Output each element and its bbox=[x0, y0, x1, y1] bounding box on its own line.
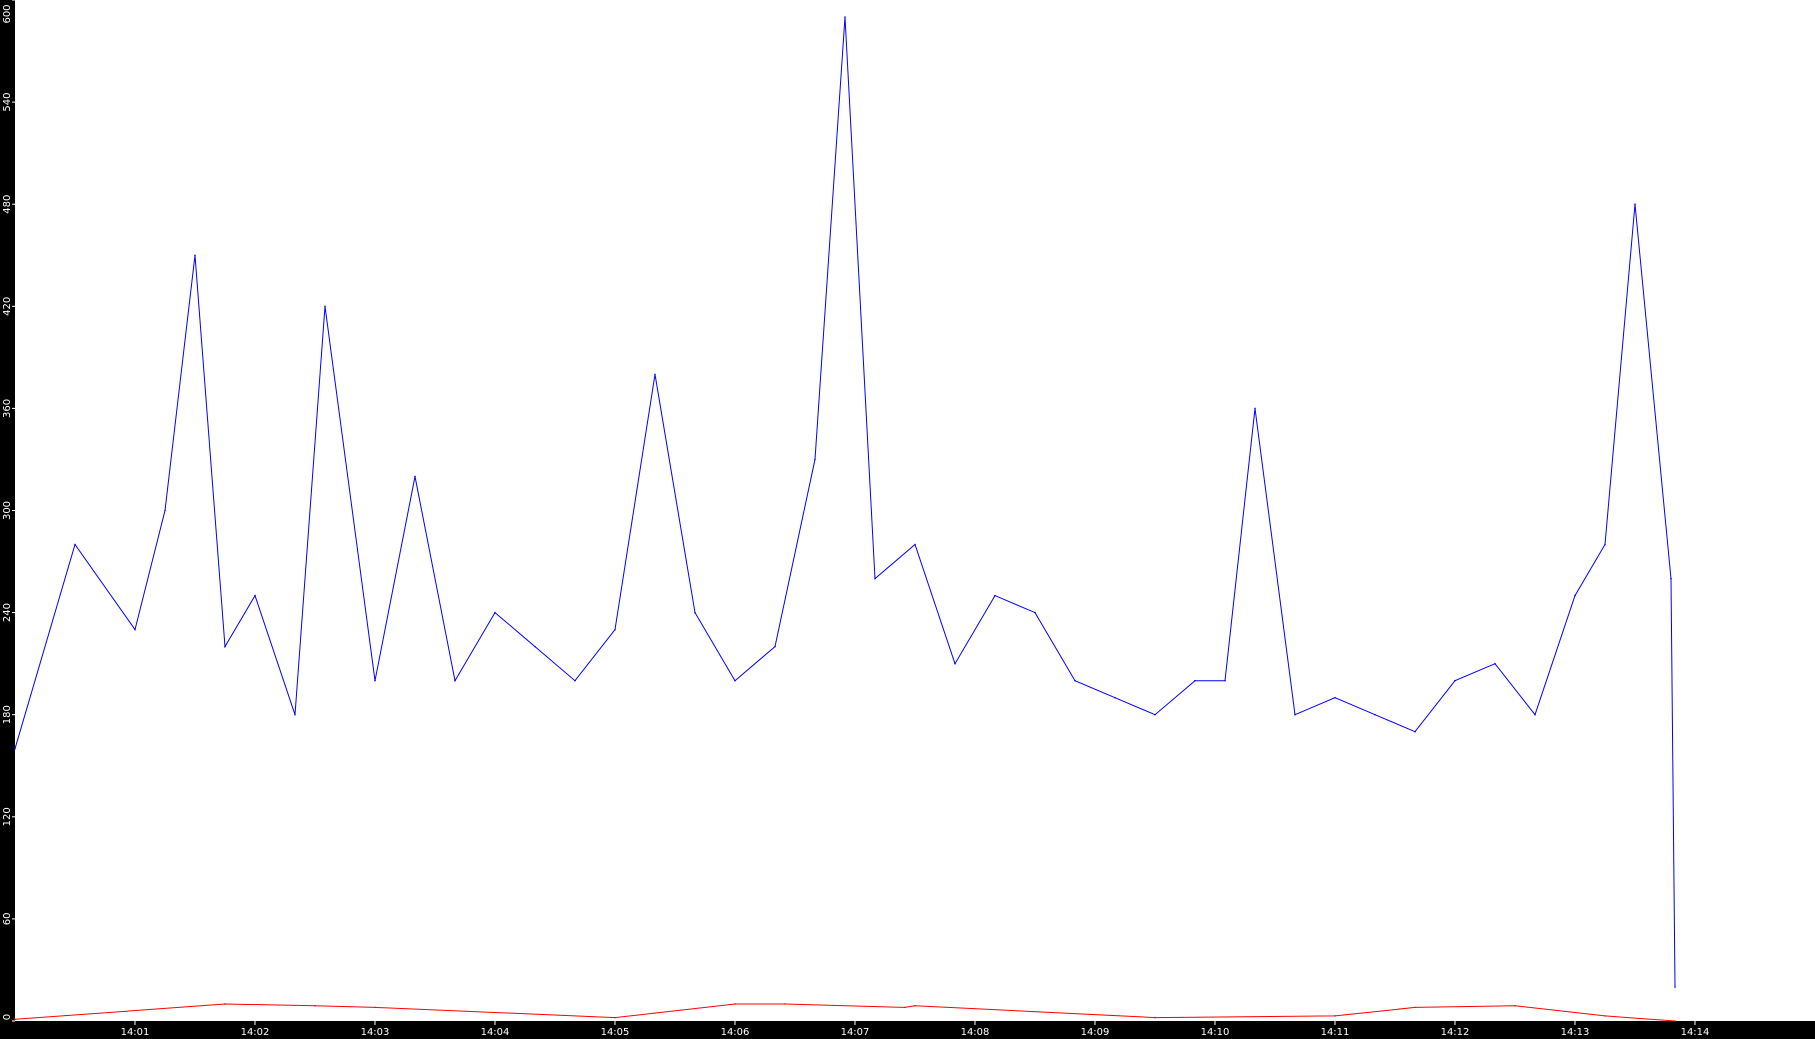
y-tick-label: 180 bbox=[2, 705, 13, 724]
series-2-point bbox=[914, 1004, 916, 1007]
series-1-point bbox=[694, 611, 696, 614]
series-2-point bbox=[614, 1016, 616, 1019]
x-tick-label: 14:09 bbox=[1081, 1027, 1110, 1038]
y-tick-label: 120 bbox=[2, 807, 13, 826]
series-1-point bbox=[74, 543, 76, 546]
series-2-point bbox=[1674, 1020, 1676, 1022]
series-1-point bbox=[954, 662, 956, 665]
series-1-point bbox=[1604, 543, 1606, 546]
x-tick-label: 14:11 bbox=[1321, 1027, 1350, 1038]
series-1-point bbox=[1454, 679, 1456, 682]
series-1-point bbox=[1034, 611, 1036, 614]
series-1-point bbox=[1194, 679, 1196, 682]
x-tick-label: 14:04 bbox=[481, 1027, 510, 1038]
series-1-point bbox=[1414, 730, 1416, 733]
x-tick-label: 14:10 bbox=[1201, 1027, 1230, 1038]
series-1-point bbox=[574, 679, 576, 682]
series-1-point bbox=[254, 594, 256, 597]
y-tick-label: 300 bbox=[2, 501, 13, 520]
series-2-point bbox=[904, 1006, 906, 1009]
series-2-point bbox=[1154, 1016, 1156, 1019]
series-1-point bbox=[844, 16, 846, 18]
x-tick-label: 14:08 bbox=[961, 1027, 990, 1038]
x-tick-label: 14:14 bbox=[1681, 1027, 1710, 1038]
series-2-point bbox=[1514, 1004, 1516, 1007]
series-1-point bbox=[454, 679, 456, 682]
series-1-point bbox=[1534, 713, 1536, 716]
series-2-point bbox=[14, 1018, 16, 1021]
series-1-point bbox=[164, 509, 166, 512]
series-2-point bbox=[1604, 1015, 1606, 1017]
series-1-point bbox=[914, 543, 916, 546]
series-1-point bbox=[1374, 713, 1376, 716]
plot-background bbox=[0, 0, 1815, 1039]
series-2-point bbox=[374, 1006, 376, 1009]
series-1-point bbox=[494, 611, 496, 614]
series-1-point bbox=[14, 747, 16, 750]
series-1-point bbox=[654, 373, 656, 376]
y-tick-label: 420 bbox=[2, 297, 13, 316]
series-2-point bbox=[224, 1003, 226, 1005]
x-tick-label: 14:02 bbox=[241, 1027, 270, 1038]
series-2-point bbox=[734, 1003, 736, 1005]
series-1-point bbox=[1254, 407, 1256, 410]
x-tick-label: 14:03 bbox=[361, 1027, 390, 1038]
series-1-point bbox=[1294, 713, 1296, 716]
y-tick-label: 240 bbox=[2, 603, 13, 622]
x-tick-label: 14:13 bbox=[1561, 1027, 1590, 1038]
x-tick-label: 14:07 bbox=[841, 1027, 870, 1038]
series-1-point bbox=[1670, 577, 1672, 580]
series-1-point bbox=[1494, 662, 1496, 665]
y-tick-label: 540 bbox=[2, 93, 13, 112]
series-1-point bbox=[1634, 203, 1636, 205]
series-1-point bbox=[1074, 679, 1076, 682]
series-1-point bbox=[414, 475, 416, 478]
series-1-point bbox=[1224, 679, 1226, 682]
series-1-point bbox=[874, 577, 876, 580]
y-tick-label: 60 bbox=[2, 913, 13, 926]
series-1-point bbox=[994, 594, 996, 597]
series-1-point bbox=[734, 679, 736, 682]
series-1-point bbox=[194, 254, 196, 257]
series-1-point bbox=[1154, 713, 1156, 716]
series-1-point bbox=[534, 645, 536, 648]
series-1-point bbox=[1334, 696, 1336, 699]
series-1-point bbox=[614, 628, 616, 631]
series-2-point bbox=[314, 1004, 316, 1007]
series-1-point bbox=[294, 713, 296, 716]
x-tick-label: 14:05 bbox=[601, 1027, 630, 1038]
series-1-point bbox=[1674, 986, 1676, 988]
x-tick-label: 14:06 bbox=[721, 1027, 750, 1038]
y-tick-label: 0 bbox=[2, 1014, 13, 1020]
series-2-point bbox=[1414, 1006, 1416, 1009]
series-1-point bbox=[224, 645, 226, 648]
series-2-point bbox=[1334, 1015, 1336, 1017]
series-1-point bbox=[324, 305, 326, 308]
series-1-point bbox=[1114, 696, 1116, 699]
series-1-point bbox=[774, 645, 776, 648]
series-1-point bbox=[1574, 594, 1576, 597]
x-tick-label: 14:12 bbox=[1441, 1027, 1470, 1038]
x-tick-label: 14:01 bbox=[121, 1027, 150, 1038]
y-tick-label: 360 bbox=[2, 399, 13, 418]
line-chart: 0 60 120 180 240 300 360 420 480 540 600 14:01 14:0… bbox=[0, 0, 1815, 1039]
y-tick-label: 480 bbox=[2, 195, 13, 214]
series-1-point bbox=[374, 679, 376, 682]
series-2-point bbox=[784, 1003, 786, 1005]
y-tick-label: 600 bbox=[2, 4, 13, 23]
series-1-point bbox=[134, 628, 136, 631]
x-axis-bar bbox=[0, 1021, 1815, 1039]
series-1-point bbox=[814, 458, 816, 461]
